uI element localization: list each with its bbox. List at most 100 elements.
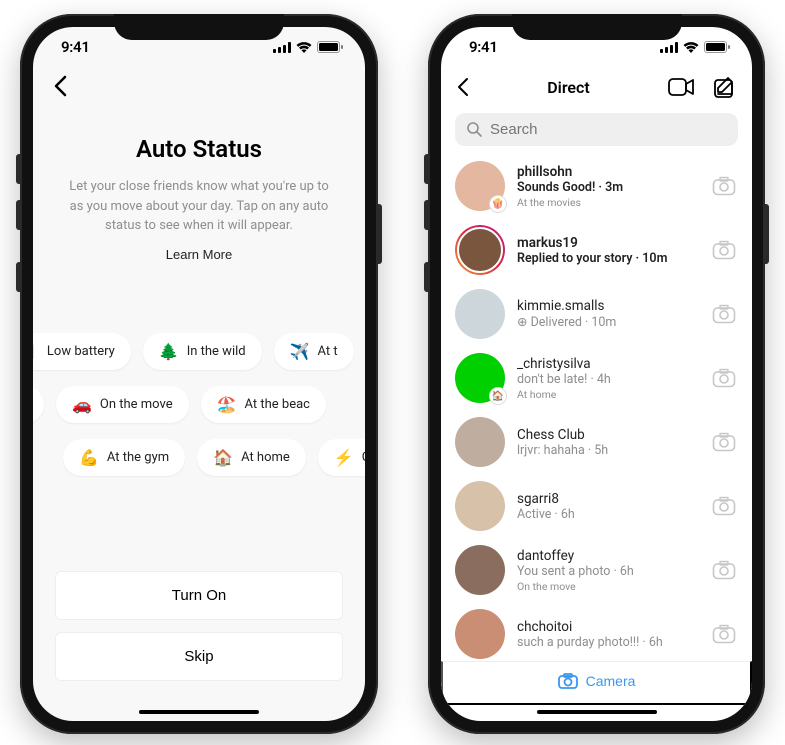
chat-row[interactable]: dantoffey You sent a photo · 6h On the m…: [441, 538, 752, 602]
avatar[interactable]: [455, 417, 505, 467]
chip-low-battery[interactable]: 🔋Low battery: [33, 333, 131, 370]
avatar-image: [455, 417, 505, 467]
battery-emoji-icon: 🔋: [33, 342, 39, 361]
chip-label: At home: [241, 450, 290, 465]
avatar-image: [455, 609, 505, 659]
avatar[interactable]: [455, 481, 505, 531]
avatar[interactable]: [455, 289, 505, 339]
chat-username: sgarri8: [517, 491, 698, 507]
page-title: Auto Status: [63, 135, 335, 163]
action-buttons: Turn On Skip: [55, 571, 343, 681]
search-field[interactable]: [455, 113, 738, 146]
camera-icon: [712, 560, 736, 580]
back-button[interactable]: [455, 75, 471, 99]
chat-row[interactable]: markus19 Replied to your story · 10m: [441, 218, 752, 282]
avatar-image: [455, 289, 505, 339]
camera-icon: [712, 432, 736, 452]
screen-auto-status: 9:41 Auto Status Let your close friends …: [33, 27, 365, 721]
nav-actions: [666, 74, 738, 100]
quick-camera-button[interactable]: [710, 174, 738, 198]
chip-at-beach[interactable]: 🏖️ At the beac: [201, 386, 326, 423]
status-chips-area: 🔋Low battery 🌲In the wild ✈️ At t ping 🚗O…: [33, 333, 365, 476]
chat-row[interactable]: 🍿 phillsohn Sounds Good! · 3m At the mov…: [441, 154, 752, 218]
tree-emoji-icon: 🌲: [159, 342, 179, 361]
avatar[interactable]: [455, 225, 505, 275]
wifi-icon: [683, 42, 699, 53]
search-icon: [467, 122, 482, 137]
chat-username: chchoitoi: [517, 619, 698, 635]
chat-subtitle: Sounds Good! · 3m: [517, 180, 698, 195]
plane-emoji-icon: ✈️: [290, 342, 310, 361]
chat-status-text: At home: [517, 388, 698, 401]
skip-button[interactable]: Skip: [55, 632, 343, 681]
status-icons: [660, 41, 730, 53]
quick-camera-button[interactable]: [710, 238, 738, 262]
home-indicator[interactable]: [139, 710, 259, 714]
chat-subtitle: ⊕ Delivered · 10m: [517, 314, 698, 330]
learn-more-link[interactable]: Learn More: [166, 247, 232, 262]
home-indicator[interactable]: [537, 710, 657, 714]
battery-icon: [317, 41, 343, 53]
back-button[interactable]: [47, 71, 73, 105]
quick-camera-button[interactable]: [710, 558, 738, 582]
quick-camera-button[interactable]: [710, 366, 738, 390]
chip-sleeping[interactable]: ping: [33, 386, 44, 423]
chip-row: 🔋Low battery 🌲In the wild ✈️ At t: [33, 333, 365, 370]
turn-on-button[interactable]: Turn On: [55, 571, 343, 620]
avatar[interactable]: 🍿: [455, 161, 505, 211]
avatar[interactable]: 🏠: [455, 353, 505, 403]
avatar-image: [455, 481, 505, 531]
chip-at-home[interactable]: 🏠 At home: [197, 439, 306, 476]
camera-bar-button[interactable]: Camera: [441, 661, 752, 705]
camera-icon: [712, 368, 736, 388]
camera-icon: [712, 304, 736, 324]
chip-at-gym[interactable]: 💪At the gym: [63, 439, 185, 476]
camera-icon: [712, 496, 736, 516]
chat-text: sgarri8 Active · 6h: [517, 491, 698, 522]
page-title: Direct: [547, 78, 590, 97]
nav-bar: [33, 67, 365, 105]
chat-row[interactable]: Chess Club lrjvr: hahaha · 5h: [441, 410, 752, 474]
notch: [114, 14, 284, 40]
chip-on-the-move[interactable]: 🚗On the move: [56, 386, 189, 423]
beach-emoji-icon: 🏖️: [217, 395, 237, 414]
avatar[interactable]: [455, 545, 505, 595]
chat-text: kimmie.smalls ⊕ Delivered · 10m: [517, 298, 698, 330]
chip-label: At the gym: [107, 450, 169, 465]
chip-airport[interactable]: ✈️ At t: [274, 333, 354, 370]
quick-camera-button[interactable]: [710, 622, 738, 646]
chat-subtitle: Replied to your story · 10m: [517, 251, 698, 266]
chip-in-the-wild[interactable]: 🌲In the wild: [143, 333, 262, 370]
quick-camera-button[interactable]: [710, 494, 738, 518]
chat-row[interactable]: chchoitoi such a purday photo!!! · 6h: [441, 602, 752, 666]
chat-row[interactable]: sgarri8 Active · 6h: [441, 474, 752, 538]
chat-row[interactable]: 🏠 _christysilva don't be late! · 4h At h…: [441, 346, 752, 410]
chip-label: At the beac: [245, 397, 310, 412]
video-call-button[interactable]: [666, 76, 696, 98]
camera-icon: [712, 240, 736, 260]
chip-charging[interactable]: ⚡ Ch: [318, 439, 365, 476]
quick-camera-button[interactable]: [710, 302, 738, 326]
bolt-emoji-icon: ⚡: [334, 448, 354, 467]
search-input[interactable]: [490, 121, 726, 138]
compose-button[interactable]: [712, 74, 738, 100]
chat-username: Chess Club: [517, 427, 698, 443]
avatar-image: [457, 227, 503, 273]
camera-icon: [712, 176, 736, 196]
quick-camera-button[interactable]: [710, 430, 738, 454]
chat-subtitle: You sent a photo · 6h: [517, 564, 698, 579]
chat-row[interactable]: kimmie.smalls ⊕ Delivered · 10m: [441, 282, 752, 346]
wifi-icon: [296, 42, 312, 53]
chat-list[interactable]: 🍿 phillsohn Sounds Good! · 3m At the mov…: [441, 148, 752, 666]
status-time: 9:41: [61, 38, 90, 56]
chip-label: At t: [318, 344, 338, 359]
chat-username: _christysilva: [517, 356, 698, 372]
chat-username: kimmie.smalls: [517, 298, 698, 314]
house-emoji-icon: 🏠: [213, 448, 233, 467]
avatar[interactable]: [455, 609, 505, 659]
phone-auto-status: 9:41 Auto Status Let your close friends …: [20, 14, 378, 734]
chip-label: Ch: [362, 450, 365, 465]
chat-subtitle: don't be late! · 4h: [517, 372, 698, 387]
signal-icon: [273, 42, 291, 53]
status-badge: 🏠: [489, 387, 507, 405]
